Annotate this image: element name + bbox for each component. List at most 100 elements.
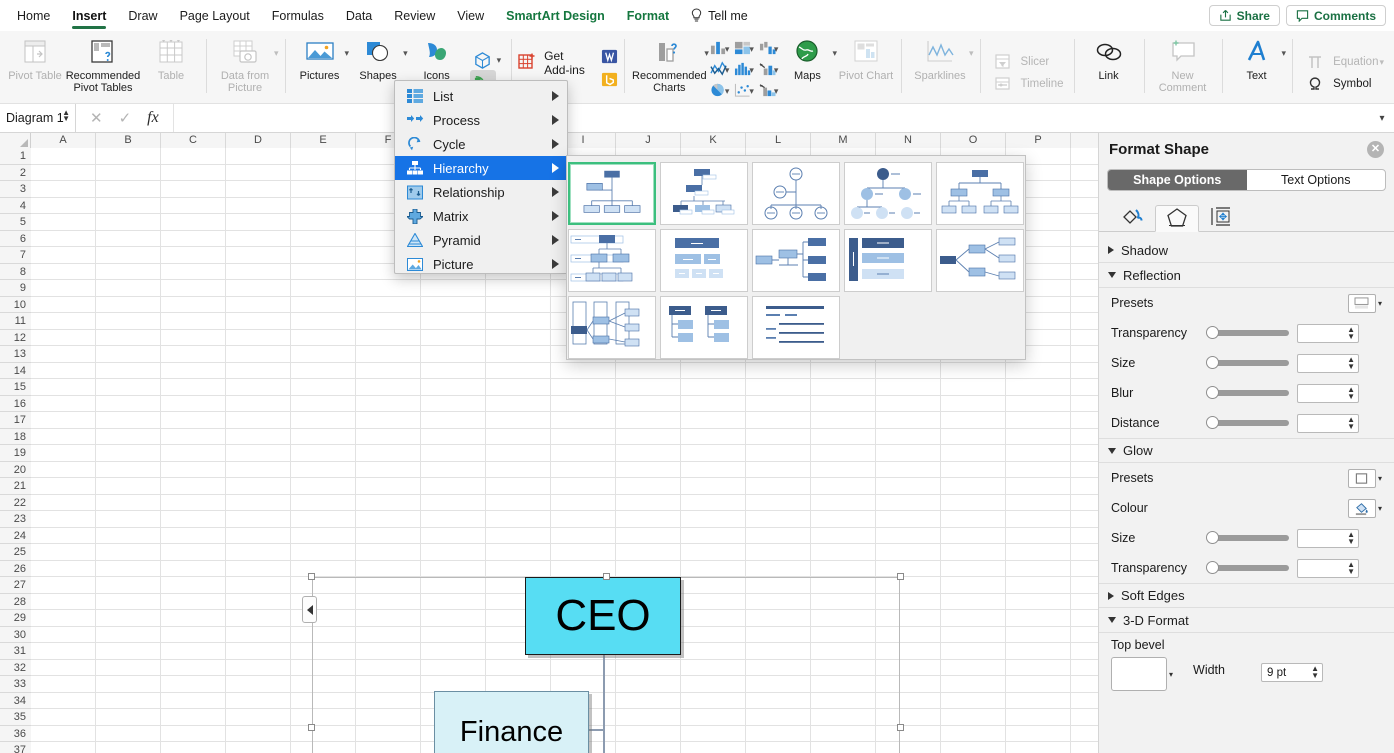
layout-circle-picture-hierarchy[interactable]	[752, 162, 840, 225]
slider-knob[interactable]	[1206, 416, 1219, 429]
shapes-button[interactable]: Shapes	[349, 34, 407, 82]
visio-icon[interactable]	[601, 48, 618, 68]
menu-item-pyramid[interactable]: Pyramid	[395, 228, 567, 252]
row-header-16[interactable]: 16	[0, 395, 31, 412]
menu-item-process[interactable]: Process	[395, 108, 567, 132]
pivot-table-button[interactable]: Pivot Table	[6, 34, 64, 82]
row-header-27[interactable]: 27	[0, 577, 31, 594]
tab-view[interactable]: View	[446, 1, 495, 31]
row-header-26[interactable]: 26	[0, 560, 31, 577]
resize-handle-nw[interactable]	[308, 573, 315, 580]
slider-knob[interactable]	[1206, 386, 1219, 399]
bing-icon[interactable]	[601, 71, 618, 91]
confirm-icon[interactable]: ✓	[119, 109, 132, 127]
row-header-15[interactable]: 15	[0, 379, 31, 396]
tab-review[interactable]: Review	[383, 1, 446, 31]
row-header-32[interactable]: 32	[0, 659, 31, 676]
tab-data[interactable]: Data	[335, 1, 383, 31]
share-button[interactable]: Share	[1208, 5, 1280, 26]
smartart-diagram[interactable]: CEO Finance Sales Produkt Customer Succe…	[302, 573, 904, 753]
row-header-19[interactable]: 19	[0, 445, 31, 462]
reflection-distance-input[interactable]: ▲ ▼	[1297, 413, 1359, 433]
row-header-35[interactable]: 35	[0, 709, 31, 726]
tab-text-options[interactable]: Text Options	[1247, 170, 1386, 190]
tab-insert[interactable]: Insert	[61, 1, 117, 31]
column-header-Q[interactable]: Q	[1071, 133, 1098, 148]
row-header-14[interactable]: 14	[0, 362, 31, 379]
menu-item-list[interactable]: List	[395, 84, 567, 108]
cancel-icon[interactable]: ✕	[90, 109, 103, 127]
stepper-arrows[interactable]: ▲ ▼	[1347, 560, 1355, 575]
chevron-down-icon[interactable]: ▾	[1169, 670, 1173, 679]
row-header-37[interactable]: 37	[0, 742, 31, 753]
column-header-A[interactable]: A	[31, 133, 96, 148]
section-glow[interactable]: Glow	[1099, 438, 1394, 463]
section-soft-edges[interactable]: Soft Edges	[1099, 583, 1394, 608]
row-header-28[interactable]: 28	[0, 593, 31, 610]
slider-knob[interactable]	[1206, 356, 1219, 369]
reflection-size-input[interactable]: ▲ ▼	[1297, 353, 1359, 373]
chevron-down-icon[interactable]: ▾	[725, 44, 730, 55]
menu-item-relationship[interactable]: Relationship	[395, 180, 567, 204]
table-button[interactable]: Table	[142, 34, 200, 82]
surface-chart-button[interactable]: ▾	[758, 82, 778, 101]
layout-hierarchy[interactable]	[936, 162, 1024, 225]
chevron-down-icon[interactable]: ▾	[749, 86, 754, 97]
stepper-arrows[interactable]: ▲ ▼	[1311, 665, 1319, 680]
glow-colour-picker[interactable]: ▾	[1347, 498, 1382, 518]
chevron-down-icon[interactable]: ▾	[497, 55, 502, 66]
chevron-down-icon[interactable]: ▾	[725, 86, 730, 97]
column-bar-chart-button[interactable]: ▾	[709, 40, 730, 59]
row-header-7[interactable]: 7	[0, 247, 31, 264]
data-from-picture-button[interactable]: Data from Picture	[212, 34, 278, 94]
menu-item-matrix[interactable]: Matrix	[395, 204, 567, 228]
row-header-23[interactable]: 23	[0, 511, 31, 528]
row-header-8[interactable]: 8	[0, 263, 31, 280]
get-add-ins-label[interactable]: Get Add-ins	[544, 49, 587, 77]
glow-transparency-slider[interactable]	[1206, 561, 1289, 574]
pivot-chart-button[interactable]: Pivot Chart	[837, 34, 895, 82]
row-header-31[interactable]: 31	[0, 643, 31, 660]
column-header-O[interactable]: O	[941, 133, 1006, 148]
layout-table-hierarchy[interactable]	[660, 229, 748, 292]
section-reflection[interactable]: Reflection	[1099, 263, 1394, 288]
chevron-down-icon[interactable]: ▾	[749, 44, 754, 55]
slicer-button[interactable]: Slicer	[986, 51, 1068, 73]
row-header-1[interactable]: 1	[0, 148, 31, 165]
chevron-down-icon[interactable]: ▾	[1379, 57, 1384, 68]
3d-model-button[interactable]: ▾	[466, 50, 506, 72]
row-header-20[interactable]: 20	[0, 461, 31, 478]
reflection-blur-input[interactable]: ▲ ▼	[1297, 383, 1359, 403]
tab-home[interactable]: Home	[6, 1, 61, 31]
row-header-17[interactable]: 17	[0, 412, 31, 429]
glow-presets-picker[interactable]: ▾	[1347, 468, 1382, 488]
new-comment-button[interactable]: New Comment	[1150, 34, 1216, 94]
column-header-D[interactable]: D	[226, 133, 291, 148]
row-header-29[interactable]: 29	[0, 610, 31, 627]
sparklines-button[interactable]: Sparklines	[907, 34, 973, 82]
formula-bar-expand[interactable]: ▾	[1370, 113, 1394, 124]
bevel-width-input[interactable]: 9 pt ▲ ▼	[1261, 663, 1324, 682]
select-all-corner[interactable]	[0, 133, 31, 148]
row-header-18[interactable]: 18	[0, 428, 31, 445]
chevron-down-icon[interactable]: ▾	[749, 65, 754, 76]
row-header-3[interactable]: 3	[0, 181, 31, 198]
icons-button[interactable]: Icons	[408, 34, 466, 82]
row-header-2[interactable]: 2	[0, 164, 31, 181]
hierarchy-chart-button[interactable]: ▾	[733, 40, 754, 59]
waterfall-chart-button[interactable]: ▾	[758, 40, 778, 59]
stepper-arrows[interactable]: ▲ ▼	[1347, 385, 1355, 400]
column-header-L[interactable]: L	[746, 133, 811, 148]
chevron-down-icon[interactable]: ▾	[274, 48, 279, 59]
section-shadow[interactable]: Shadow	[1099, 238, 1394, 263]
chevron-down-icon[interactable]: ▾	[1378, 504, 1382, 513]
column-header-J[interactable]: J	[616, 133, 681, 148]
tab-format[interactable]: Format	[616, 1, 680, 31]
reflection-distance-slider[interactable]	[1206, 416, 1289, 429]
chevron-down-icon[interactable]: ▾	[1378, 299, 1382, 308]
slider-knob[interactable]	[1206, 561, 1219, 574]
node-ceo[interactable]: CEO	[525, 577, 681, 655]
reflection-presets-picker[interactable]: ▾	[1347, 293, 1382, 313]
recommended-pivot-tables-button[interactable]: Recommended Pivot Tables	[64, 34, 142, 94]
column-header-E[interactable]: E	[291, 133, 356, 148]
